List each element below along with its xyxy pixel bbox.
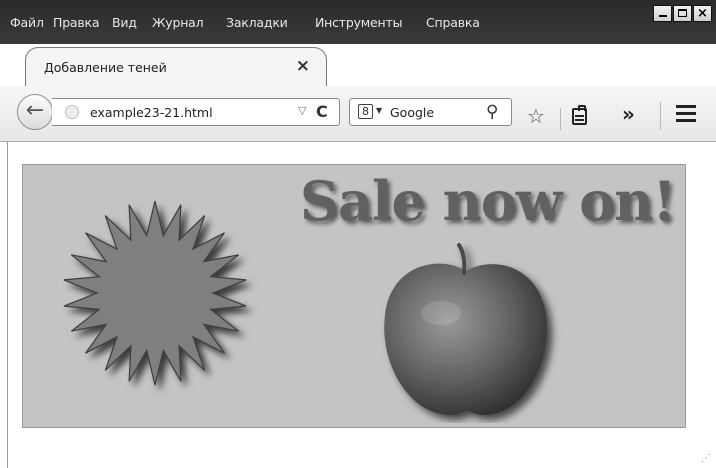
menu-item-edit[interactable]: Правка [53, 15, 100, 30]
star-icon[interactable]: ☆ [527, 106, 545, 126]
back-button[interactable]: ← [17, 94, 53, 130]
new-tab-button[interactable]: + [336, 51, 356, 75]
navigation-toolbar: ← example23-21.html ▽ C 8 ▼ Google ⚲ ☆ » [0, 86, 716, 142]
tab-active[interactable]: Добавление теней × [26, 48, 326, 88]
engine-dropdown-icon[interactable]: ▼ [376, 106, 382, 115]
reading-list-icon[interactable] [572, 105, 587, 125]
window-controls: × [652, 5, 712, 22]
back-arrow-icon: ← [25, 98, 45, 123]
menu-item-help[interactable]: Справка [426, 15, 480, 30]
tab-title: Добавление теней [44, 60, 167, 75]
tab-close-icon[interactable]: × [296, 56, 310, 76]
url-dropdown-icon[interactable]: ▽ [298, 104, 306, 117]
close-window-button[interactable]: × [693, 5, 712, 22]
toolbar-separator-2 [660, 102, 661, 130]
starburst-shape [63, 200, 247, 386]
menu-item-tools[interactable]: Инструменты [315, 15, 402, 30]
menu-item-bookmarks[interactable]: Закладки [226, 15, 288, 30]
hamburger-menu-icon[interactable] [676, 105, 696, 122]
apple-image [384, 243, 548, 415]
overflow-icon[interactable]: » [622, 102, 635, 126]
sale-headline: Sale now on! [300, 169, 676, 233]
search-bar[interactable]: 8 ▼ Google ⚲ [349, 98, 512, 126]
reload-icon[interactable]: C [316, 102, 328, 121]
toolbar-separator [560, 108, 561, 130]
globe-icon [65, 105, 79, 119]
magnifier-icon[interactable]: ⚲ [486, 102, 498, 122]
menu-bar: Файл Правка Вид Журнал Закладки Инструме… [0, 0, 716, 44]
url-bar[interactable]: example23-21.html ▽ C [52, 98, 340, 126]
search-placeholder[interactable]: Google [390, 105, 434, 120]
menu-item-view[interactable]: Вид [112, 15, 137, 30]
resize-grip-icon[interactable]: ⋰ [701, 453, 712, 464]
menu-item-history[interactable]: Журнал [152, 15, 204, 30]
menu-item-file[interactable]: Файл [10, 15, 44, 30]
google-icon[interactable]: 8 [358, 104, 373, 119]
shadow-demo-canvas: Sale now on! [22, 164, 686, 428]
url-text[interactable]: example23-21.html [90, 105, 213, 120]
minimize-button[interactable] [653, 5, 672, 22]
content-border [7, 142, 8, 468]
maximize-button[interactable] [673, 5, 692, 22]
